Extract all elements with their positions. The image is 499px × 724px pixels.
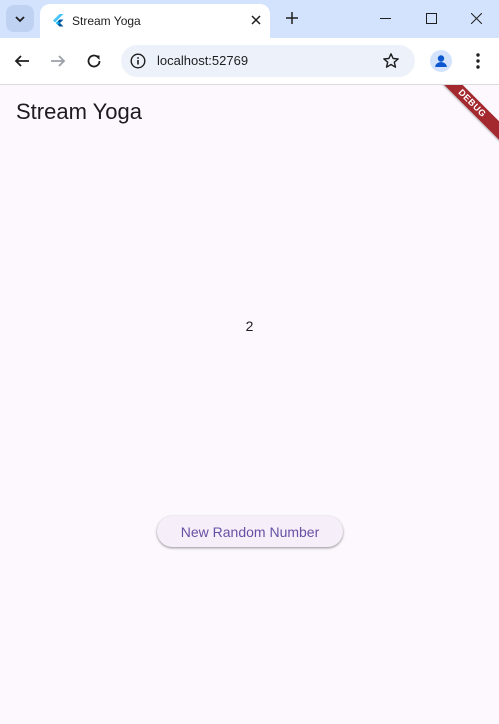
- browser-toolbar: localhost:52769: [0, 38, 499, 85]
- profile-icon: [435, 55, 447, 67]
- profile-button[interactable]: [430, 50, 452, 72]
- minimize-button[interactable]: [362, 0, 408, 36]
- forward-arrow-icon: [51, 55, 66, 67]
- browser-menu-button[interactable]: [470, 49, 486, 73]
- reload-button[interactable]: [82, 49, 106, 73]
- window-close-button[interactable]: [453, 0, 499, 36]
- info-icon[interactable]: [130, 53, 146, 69]
- debug-banner: DEBUG: [428, 85, 499, 147]
- new-tab-button[interactable]: [282, 8, 302, 28]
- browser-tab[interactable]: Stream Yoga: [40, 4, 270, 38]
- maximize-button[interactable]: [408, 0, 454, 36]
- kebab-menu-icon: [476, 53, 480, 69]
- window-close-icon: [470, 12, 482, 24]
- app-bar-title: Stream Yoga: [16, 99, 142, 124]
- tab-close-button[interactable]: [248, 12, 264, 28]
- back-button[interactable]: [10, 49, 34, 73]
- url-text[interactable]: localhost:52769: [157, 53, 248, 68]
- close-icon: [251, 15, 261, 25]
- tab-strip: Stream Yoga: [0, 0, 499, 38]
- flutter-favicon-icon: [53, 14, 64, 27]
- new-random-number-button[interactable]: New Random Number: [157, 516, 343, 547]
- star-icon[interactable]: [382, 52, 400, 70]
- reload-icon: [87, 54, 101, 68]
- tab-search-icon: [15, 15, 25, 22]
- tab-title: Stream Yoga: [72, 14, 141, 28]
- back-arrow-icon: [14, 55, 29, 67]
- address-bar[interactable]: localhost:52769: [121, 45, 415, 77]
- plus-icon: [286, 12, 298, 24]
- tab-search-button[interactable]: [6, 5, 34, 32]
- app-viewport: Stream Yoga 2 New Random Number DEBUG: [0, 85, 499, 724]
- forward-button[interactable]: [46, 49, 70, 73]
- maximize-icon: [425, 12, 437, 24]
- random-number-text: 2: [245, 318, 254, 334]
- minimize-icon: [379, 17, 391, 19]
